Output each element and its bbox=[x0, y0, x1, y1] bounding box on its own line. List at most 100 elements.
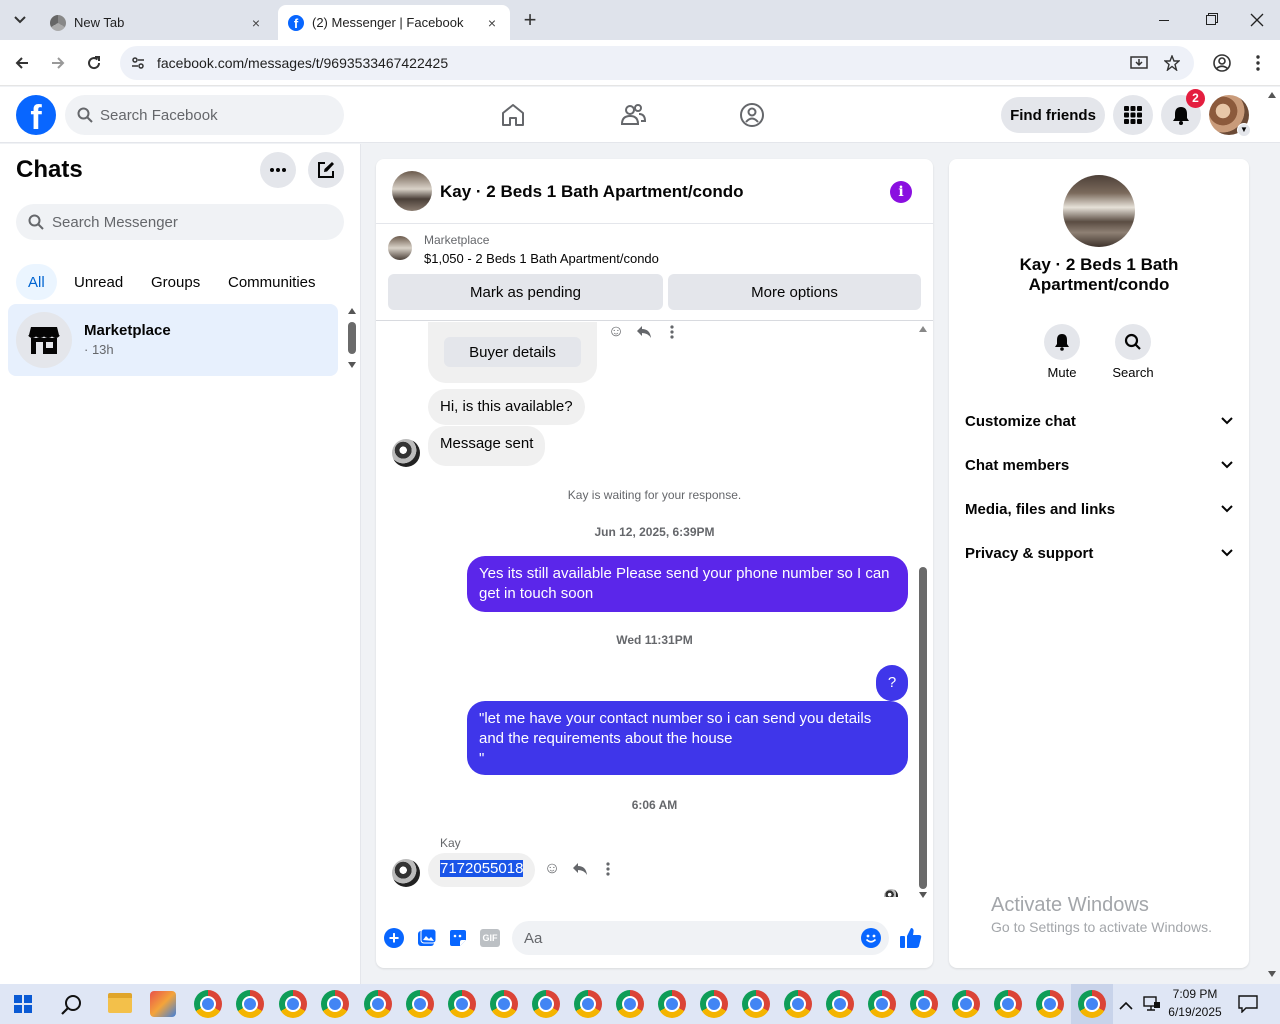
sender-avatar[interactable] bbox=[392, 859, 420, 887]
close-window-button[interactable] bbox=[1243, 10, 1271, 30]
scrollbar-thumb[interactable] bbox=[919, 567, 927, 889]
site-settings-icon[interactable] bbox=[130, 55, 146, 71]
search-conversation-button[interactable] bbox=[1115, 324, 1151, 360]
messenger-search-input[interactable]: Search Messenger bbox=[16, 204, 344, 240]
listing-thumbnail[interactable] bbox=[388, 236, 412, 260]
react-emoji-icon[interactable]: ☺ bbox=[606, 322, 626, 342]
chrome-profile-icon[interactable] bbox=[279, 990, 307, 1018]
chrome-profile-icon[interactable] bbox=[826, 990, 854, 1018]
message-bubble-outgoing[interactable]: ? bbox=[876, 665, 908, 701]
address-bar[interactable]: facebook.com/messages/t/9693533467422425 bbox=[120, 46, 1194, 80]
message-bubble-outgoing[interactable]: "let me have your contact number so i ca… bbox=[467, 701, 908, 775]
message-bubble-outgoing[interactable]: Yes its still available Please send your… bbox=[467, 556, 908, 612]
chrome-profile-icon[interactable] bbox=[364, 990, 392, 1018]
chrome-profile-icon[interactable] bbox=[910, 990, 938, 1018]
menu-button[interactable] bbox=[1113, 95, 1153, 135]
sender-avatar[interactable] bbox=[392, 439, 420, 467]
install-app-icon[interactable] bbox=[1130, 55, 1148, 71]
accordion-customize-chat[interactable]: Customize chat bbox=[965, 409, 1233, 433]
more-options-button[interactable]: More options bbox=[668, 274, 921, 310]
new-tab-button[interactable]: + bbox=[518, 6, 542, 34]
chrome-profile-icon[interactable] bbox=[574, 990, 602, 1018]
gif-icon[interactable]: GIF bbox=[480, 929, 500, 947]
chrome-profile-icon[interactable] bbox=[321, 990, 349, 1018]
chat-list-scrollbar[interactable] bbox=[346, 308, 358, 368]
scroll-up-arrow-icon[interactable] bbox=[348, 308, 356, 314]
chrome-profile-icon[interactable] bbox=[658, 990, 686, 1018]
chrome-profile-icon[interactable] bbox=[868, 990, 896, 1018]
chrome-profile-icon[interactable] bbox=[406, 990, 434, 1018]
tab-search-button[interactable] bbox=[8, 8, 32, 32]
chrome-profile-icon[interactable] bbox=[994, 990, 1022, 1018]
chrome-profile-icon[interactable] bbox=[532, 990, 560, 1018]
tab-new-tab[interactable]: New Tab × bbox=[40, 5, 274, 40]
notifications-button[interactable]: 2 bbox=[1161, 89, 1205, 135]
conversation-title[interactable]: Kay · 2 Beds 1 Bath Apartment/condo bbox=[440, 182, 744, 202]
react-emoji-icon[interactable]: ☺ bbox=[542, 859, 562, 879]
chat-options-button[interactable] bbox=[260, 152, 296, 188]
chrome-profile-icon[interactable] bbox=[1036, 990, 1064, 1018]
friends-nav-button[interactable] bbox=[617, 99, 649, 131]
notification-center-button[interactable] bbox=[1238, 995, 1258, 1014]
browser-menu-button[interactable] bbox=[1243, 48, 1273, 78]
scroll-down-arrow-icon[interactable] bbox=[919, 892, 927, 898]
chrome-profile-icon[interactable] bbox=[784, 990, 812, 1018]
chrome-profile-icon[interactable] bbox=[742, 990, 770, 1018]
facebook-logo-icon[interactable]: f bbox=[16, 95, 56, 135]
close-tab-icon[interactable]: × bbox=[484, 15, 500, 31]
restore-button[interactable] bbox=[1197, 12, 1225, 28]
new-message-button[interactable] bbox=[308, 152, 344, 188]
back-button[interactable] bbox=[7, 48, 37, 78]
chrome-profile-icon[interactable] bbox=[700, 990, 728, 1018]
message-input[interactable]: Aa bbox=[512, 921, 889, 955]
mute-button[interactable] bbox=[1044, 324, 1080, 360]
close-tab-icon[interactable]: × bbox=[248, 15, 264, 31]
accordion-chat-members[interactable]: Chat members bbox=[965, 453, 1233, 477]
chat-list-item[interactable]: Marketplace · 13h bbox=[8, 304, 338, 376]
clock-time[interactable]: 7:09 PM bbox=[1162, 987, 1228, 1001]
filter-communities[interactable]: Communities bbox=[216, 264, 328, 300]
chrome-profile-icon[interactable] bbox=[490, 990, 518, 1018]
network-icon[interactable] bbox=[1143, 996, 1161, 1012]
emoji-icon[interactable] bbox=[861, 928, 881, 948]
home-nav-button[interactable] bbox=[497, 99, 529, 131]
chrome-profile-icon[interactable] bbox=[194, 990, 222, 1018]
mark-as-pending-button[interactable]: Mark as pending bbox=[388, 274, 663, 310]
listing-photo-avatar[interactable] bbox=[1063, 175, 1135, 247]
more-vertical-icon[interactable] bbox=[662, 322, 682, 342]
taskbar-search-button[interactable] bbox=[60, 993, 84, 1017]
file-explorer-icon[interactable] bbox=[108, 993, 132, 1013]
clock-date[interactable]: 6/19/2025 bbox=[1162, 1005, 1228, 1019]
thumbs-up-icon[interactable] bbox=[899, 926, 923, 950]
page-scroll-up-arrow-icon[interactable] bbox=[1268, 92, 1276, 98]
show-hidden-icons-button[interactable] bbox=[1119, 998, 1133, 1010]
find-friends-button[interactable]: Find friends bbox=[1001, 97, 1105, 133]
listing-summary[interactable]: $1,050 - 2 Beds 1 Bath Apartment/condo bbox=[424, 251, 659, 266]
accordion-media-files-links[interactable]: Media, files and links bbox=[965, 497, 1233, 521]
contact-avatar[interactable] bbox=[392, 171, 432, 211]
photo-icon[interactable] bbox=[417, 928, 437, 948]
phone-number-selected[interactable]: 7172055018 bbox=[440, 860, 524, 877]
filter-groups[interactable]: Groups bbox=[139, 264, 212, 300]
accordion-privacy-support[interactable]: Privacy & support bbox=[965, 541, 1233, 565]
chrome-profile-icon[interactable] bbox=[952, 990, 980, 1018]
profile-button[interactable] bbox=[1207, 48, 1237, 78]
filter-unread[interactable]: Unread bbox=[62, 264, 135, 300]
start-button[interactable] bbox=[14, 995, 32, 1013]
more-vertical-icon[interactable] bbox=[598, 859, 618, 879]
sticker-icon[interactable] bbox=[448, 928, 468, 948]
facebook-search-input[interactable]: Search Facebook bbox=[65, 95, 344, 135]
chrome-profile-icon[interactable] bbox=[616, 990, 644, 1018]
message-bubble-incoming[interactable]: Hi, is this available? bbox=[428, 389, 585, 425]
scrollbar-thumb[interactable] bbox=[348, 322, 356, 354]
pinned-app-icon[interactable] bbox=[150, 991, 176, 1017]
chrome-profile-icon[interactable] bbox=[448, 990, 476, 1018]
scroll-up-arrow-icon[interactable] bbox=[919, 326, 927, 332]
forward-button[interactable] bbox=[43, 48, 73, 78]
chrome-profile-icon[interactable] bbox=[236, 990, 264, 1018]
bookmark-star-icon[interactable] bbox=[1164, 55, 1180, 71]
page-scroll-down-arrow-icon[interactable] bbox=[1268, 971, 1276, 977]
account-avatar[interactable]: ▼ bbox=[1209, 95, 1251, 137]
conversation-info-button[interactable]: i bbox=[890, 181, 912, 203]
message-scrollbar[interactable] bbox=[916, 324, 930, 899]
